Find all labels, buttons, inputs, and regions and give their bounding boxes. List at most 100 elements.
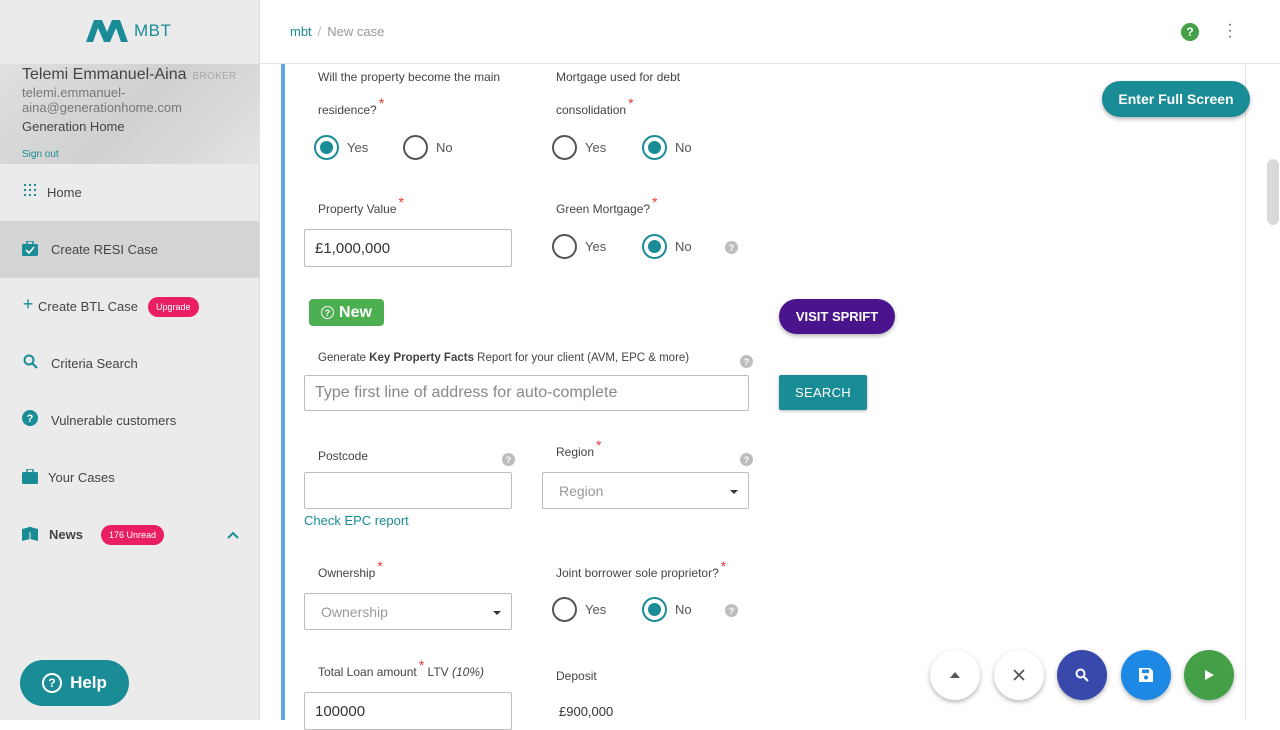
help-label: Help (70, 673, 107, 692)
sidebar-item-label: Your Cases (48, 470, 115, 485)
sidebar-item-criteria-search[interactable]: Criteria Search (0, 335, 259, 392)
radio-checked-icon (642, 597, 667, 622)
grid-icon (22, 182, 38, 198)
sidebar-item-home[interactable]: Home (0, 164, 259, 221)
unread-badge: 176 Unread (101, 525, 165, 545)
property-value-input[interactable] (304, 229, 512, 267)
profile-company: Generation Home (22, 119, 125, 134)
postcode-help-icon[interactable]: ? (502, 453, 515, 466)
app-logo[interactable]: MBT (86, 16, 171, 46)
green-mortgage-yes-radio[interactable]: Yes (552, 234, 606, 259)
address-search-button[interactable]: SEARCH (779, 375, 867, 410)
required-marker: * (596, 437, 602, 453)
required-marker: * (377, 558, 383, 574)
check-epc-report-link[interactable]: Check EPC report (304, 513, 409, 528)
required-marker: * (398, 194, 404, 210)
joint-borrower-no-radio[interactable]: No (642, 597, 692, 622)
kpf-description: Generate Key Property Facts Report for y… (318, 342, 689, 374)
deposit-value: £900,000 (559, 704, 614, 719)
kpf-bold: Key Property Facts (369, 352, 474, 364)
sidebar-item-label: Criteria Search (51, 356, 138, 371)
total-loan-input[interactable] (304, 692, 512, 730)
sidebar-item-label: Home (47, 185, 82, 200)
ownership-label: Ownership * (318, 556, 383, 589)
debt-consolidation-label: Mortgage used for debt consolidation * (556, 61, 680, 126)
profile-email: telemi.emmanuel-aina@generationhome.com (22, 85, 182, 115)
sidebar-item-news[interactable]: News 176 Unread (0, 506, 259, 563)
ownership-select[interactable]: Ownership (304, 593, 512, 630)
joint-borrower-help-icon[interactable]: ? (725, 604, 738, 617)
radio-label: Yes (585, 602, 607, 617)
run-button[interactable] (1184, 650, 1234, 700)
required-marker: * (652, 194, 658, 210)
save-button[interactable] (1121, 650, 1171, 700)
radio-label: No (675, 239, 692, 254)
debt-consolidation-no-radio[interactable]: No (642, 135, 692, 160)
help-icon[interactable]: ? (1181, 23, 1199, 41)
debt-label-line2: consolidation (556, 103, 627, 117)
required-marker: * (378, 95, 385, 111)
sidebar-item-create-resi-case[interactable]: Create RESI Case (0, 221, 259, 278)
close-icon (1013, 669, 1025, 681)
breadcrumb-current: New case (327, 24, 385, 39)
radio-label: No (436, 140, 453, 155)
radio-label: No (675, 140, 692, 155)
chevron-up-icon[interactable] (227, 528, 239, 542)
search-icon (1075, 668, 1089, 682)
postcode-input[interactable] (304, 472, 512, 509)
new-feature-tag: ? New (309, 299, 384, 326)
sidebar-item-label: Create BTL Case (38, 299, 138, 314)
required-marker: * (720, 558, 727, 574)
radio-unchecked-icon (403, 135, 428, 160)
main-residence-label-line1: Will the property become the main (318, 70, 501, 84)
upgrade-badge[interactable]: Upgrade (148, 297, 199, 317)
sidebar-item-vulnerable-customers[interactable]: ? Vulnerable customers (0, 392, 259, 449)
region-select[interactable]: Region (542, 472, 749, 509)
logo-text: MBT (134, 21, 172, 40)
ltv-value: (10%) (452, 665, 485, 679)
debt-consolidation-yes-radio[interactable]: Yes (552, 135, 606, 160)
radio-label: No (675, 602, 692, 617)
joint-borrower-yes-radio[interactable]: Yes (552, 597, 606, 622)
breadcrumb-separator: / (317, 24, 322, 39)
green-mortgage-label: Green Mortgage? * (556, 192, 658, 225)
green-mortgage-no-radio[interactable]: No (642, 234, 692, 259)
radio-unchecked-icon (552, 234, 577, 259)
radio-label: Yes (585, 239, 607, 254)
sidebar-item-create-btl-case[interactable]: + Create BTL Case Upgrade (0, 278, 259, 335)
profile-card: Telemi Emmanuel-Aina BROKER telemi.emmanu… (0, 64, 260, 164)
book-icon (22, 525, 38, 541)
plus-icon: + (22, 293, 34, 314)
sidebar: MBT Telemi Emmanuel-Aina BROKER telemi.em… (0, 0, 260, 720)
help-button[interactable]: ? Help (20, 660, 129, 706)
dropdown-caret-icon (730, 490, 738, 494)
enter-full-screen-button[interactable]: Enter Full Screen (1102, 81, 1250, 117)
address-autocomplete-input[interactable] (304, 375, 749, 411)
sign-out-link[interactable]: Sign out (22, 149, 59, 160)
sidebar-item-label: Create RESI Case (51, 242, 158, 257)
region-help-icon[interactable]: ? (740, 453, 753, 466)
green-mortgage-help-icon[interactable]: ? (725, 241, 738, 254)
scroll-top-button[interactable] (930, 650, 980, 700)
sidebar-item-your-cases[interactable]: Your Cases (0, 449, 259, 506)
required-marker: * (628, 95, 634, 111)
property-value-label-text: Property Value (318, 202, 397, 216)
more-vert-icon[interactable]: · · · (1226, 17, 1234, 45)
kpf-prefix: Generate (318, 352, 370, 364)
breadcrumb-root-link[interactable]: mbt (290, 24, 312, 39)
kpf-help-icon[interactable]: ? (740, 355, 753, 368)
main-residence-label: Will the property become the main reside… (318, 61, 500, 126)
scrollbar-thumb[interactable] (1267, 159, 1279, 225)
ltv-label: LTV (427, 665, 449, 679)
ownership-placeholder: Ownership (321, 603, 388, 620)
total-loan-label-text: Total Loan amount (318, 665, 417, 679)
ownership-label-text: Ownership (318, 566, 376, 580)
search-fab-button[interactable] (1057, 650, 1107, 700)
main-residence-no-radio[interactable]: No (403, 135, 453, 160)
region-label: Region * (556, 435, 601, 468)
property-value-label: Property Value * (318, 192, 404, 225)
main-residence-yes-radio[interactable]: Yes (314, 135, 368, 160)
visit-sprift-button[interactable]: VISIT SPRIFT (779, 299, 895, 334)
close-button[interactable] (994, 650, 1044, 700)
play-icon (1204, 670, 1214, 680)
